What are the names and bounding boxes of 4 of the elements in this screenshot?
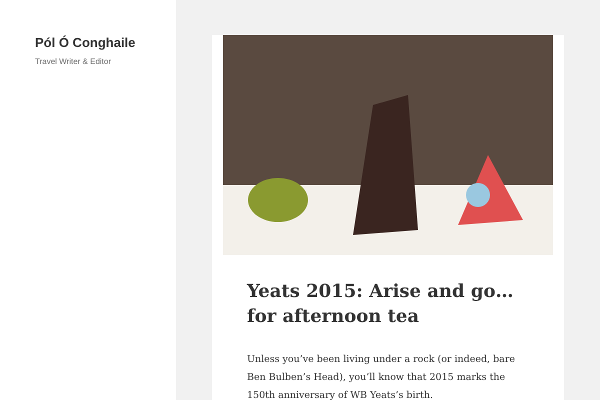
site-tagline: Travel Writer & Editor	[35, 56, 112, 68]
post-paragraph: Unless you’ve been living under a rock (or indeed, bare Ben Bulben’s Head), you’ll know that 2015 marks the 150th anniversary of WB Yeats’s birth.	[247, 353, 516, 400]
post-title[interactable]: Yeats 2015: Arise and go… for afternoon tea	[247, 279, 529, 329]
site-title[interactable]: Pól Ó Conghaile	[35, 33, 176, 52]
